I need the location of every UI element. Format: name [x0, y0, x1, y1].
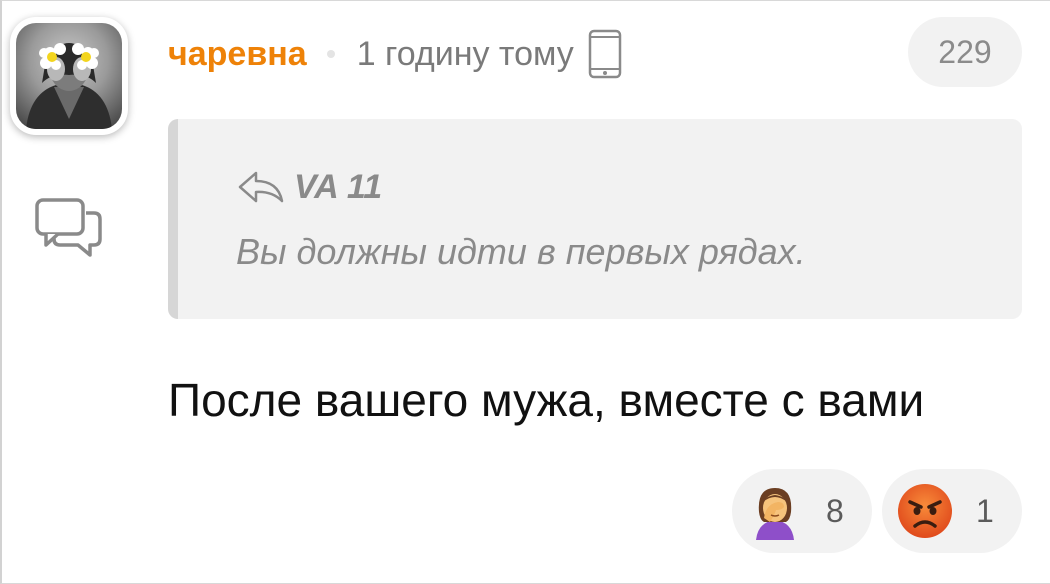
avatar-photo	[16, 23, 122, 129]
separator-dot	[326, 50, 335, 58]
mobile-phone-icon	[588, 29, 622, 79]
reaction-count: 1	[976, 492, 994, 529]
avatar[interactable]	[10, 17, 128, 135]
reaction-count: 8	[826, 492, 844, 529]
comment-time: 1 годину тому	[356, 34, 574, 73]
reaction-angry[interactable]: 1	[882, 469, 1022, 553]
comments-icon[interactable]	[34, 197, 104, 259]
likes-count-button[interactable]: 229	[908, 17, 1022, 87]
quote-author-name: VA 11	[294, 167, 383, 206]
quote-text: Вы должны идти в первых рядах.	[236, 231, 806, 272]
reply-arrow-icon	[238, 171, 284, 203]
angry-face-icon	[898, 484, 952, 538]
comment-header: чаревна 1 годину тому	[168, 29, 622, 79]
comment-card: чаревна 1 годину тому 229 VA 11 Вы должн…	[0, 0, 1050, 584]
reaction-facepalm[interactable]: 8	[732, 469, 872, 553]
woman-facepalming-icon	[756, 488, 794, 540]
quoted-reply[interactable]: VA 11 Вы должны идти в первых рядах.	[168, 119, 1022, 319]
comment-text: После вашего мужа, вместе с вами	[168, 374, 925, 426]
quote-author-row: VA 11	[236, 167, 382, 207]
author-name[interactable]: чаревна	[168, 35, 307, 74]
